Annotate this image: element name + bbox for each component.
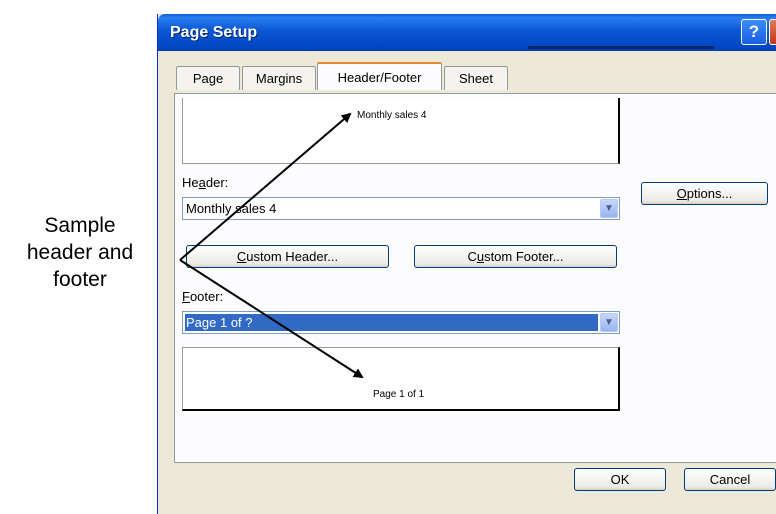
header-preview: Monthly sales 4 bbox=[182, 98, 620, 164]
custom-header-button[interactable]: Custom Header... bbox=[186, 245, 389, 268]
tab-header-footer[interactable]: Header/Footer bbox=[317, 62, 442, 90]
chevron-down-icon[interactable]: ▼ bbox=[600, 313, 618, 332]
header-preview-text: Monthly sales 4 bbox=[357, 110, 427, 121]
help-button[interactable]: ? bbox=[741, 19, 767, 45]
header-select[interactable]: Monthly sales 4 ▼ bbox=[182, 197, 620, 220]
header-label: Header: bbox=[182, 175, 229, 190]
callout-line-3: footer bbox=[53, 268, 107, 291]
tab-margins[interactable]: Margins bbox=[242, 66, 316, 90]
footer-select[interactable]: Page 1 of ? ▼ bbox=[182, 311, 620, 334]
chevron-down-icon[interactable]: ▼ bbox=[600, 199, 618, 218]
footer-select-value: Page 1 of ? bbox=[185, 314, 598, 331]
tab-header-footer-label: Header/Footer bbox=[337, 69, 422, 85]
custom-footer-button[interactable]: Cu stom Footer... bbox=[414, 245, 617, 268]
callout-label: Sample header and footer bbox=[0, 212, 160, 293]
close-button[interactable]: ✕ bbox=[769, 19, 776, 45]
tab-margins-label: Margins bbox=[255, 71, 303, 86]
dialog-title: Page Setup bbox=[170, 24, 258, 41]
ok-button[interactable]: OK bbox=[574, 468, 666, 491]
tab-sheet[interactable]: Sheet bbox=[444, 66, 508, 90]
footer-preview: Page 1 of 1 bbox=[182, 347, 620, 411]
callout-line-2: header and bbox=[26, 241, 134, 264]
page-setup-dialog: Page Setup ? ✕ Page Margins Header/Foote… bbox=[157, 14, 776, 514]
tab-sheet-label: Sheet bbox=[459, 71, 493, 86]
footer-preview-text: Page 1 of 1 bbox=[373, 389, 425, 400]
tab-page[interactable]: Page bbox=[176, 66, 240, 90]
callout-line-1: Sample bbox=[44, 214, 116, 237]
tab-page-label: Page bbox=[192, 71, 224, 86]
footer-label: Footer: bbox=[182, 289, 224, 304]
title-bar-decoration bbox=[528, 46, 714, 49]
title-bar[interactable]: Page Setup ? ✕ bbox=[158, 14, 776, 51]
header-select-value: Monthly sales 4 bbox=[186, 201, 277, 216]
help-icon: ? bbox=[748, 22, 760, 41]
options-button[interactable]: Options... bbox=[641, 182, 768, 205]
cancel-button[interactable]: Cancel bbox=[684, 468, 776, 491]
